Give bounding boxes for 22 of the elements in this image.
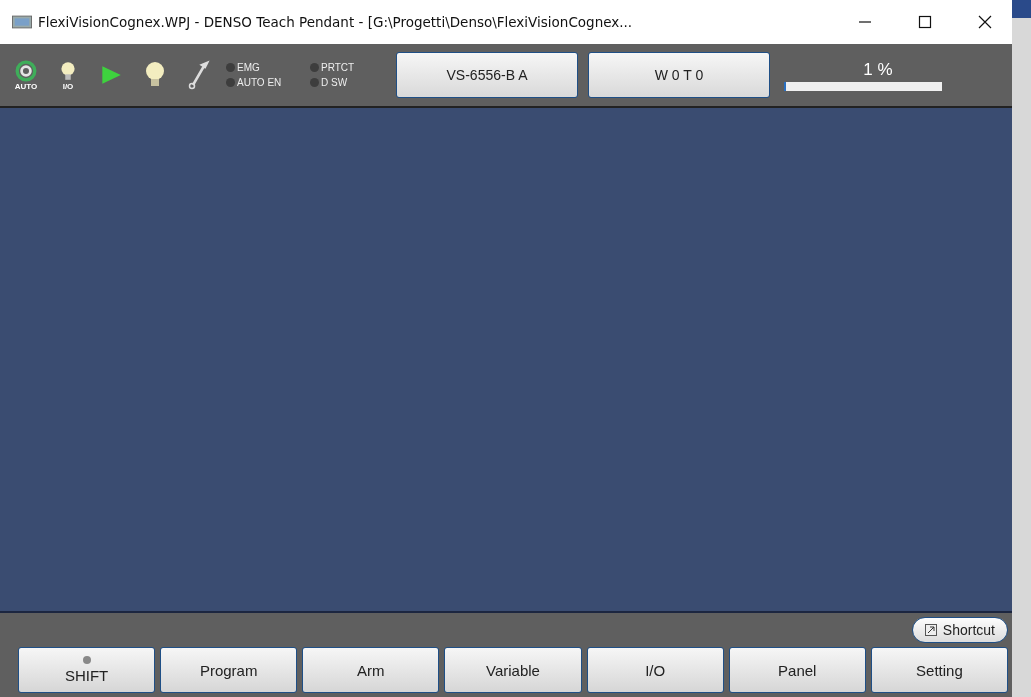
indicator-label: AUTO EN [237,77,282,88]
indicator-label: D SW [321,77,348,88]
speed-reading: 1 % [863,59,893,80]
app-icon [12,15,32,29]
close-icon[interactable] [978,15,992,29]
indicator-label: PRTCT [321,62,355,73]
menu-button[interactable]: Setting [870,647,1008,693]
shift-button[interactable]: SHIFT [18,647,156,693]
window-title: FlexiVisionCognex.WPJ - DENSO Teach Pendant - [G:\Progetti\Denso\FlexiVisionCognex... [38,14,634,30]
auto-label: AUTO [14,81,38,91]
menu-button[interactable]: Panel [728,647,866,693]
menu-button[interactable]: I/O [586,647,724,693]
menu-button[interactable]: Variable [444,647,582,693]
menu-button[interactable]: Arm [302,647,440,693]
maximize-icon[interactable] [918,15,932,29]
shortcut-icon [924,624,937,636]
robot-button[interactable]: VS-6556-B A [396,52,578,98]
work-tool-button[interactable]: W 0 T 0 [588,52,770,98]
io-label: I/O [62,81,74,91]
shortcut-button[interactable]: Shortcut [911,617,1008,643]
menu-button[interactable]: Program [160,647,298,693]
indicator-label: EMG [237,62,260,73]
